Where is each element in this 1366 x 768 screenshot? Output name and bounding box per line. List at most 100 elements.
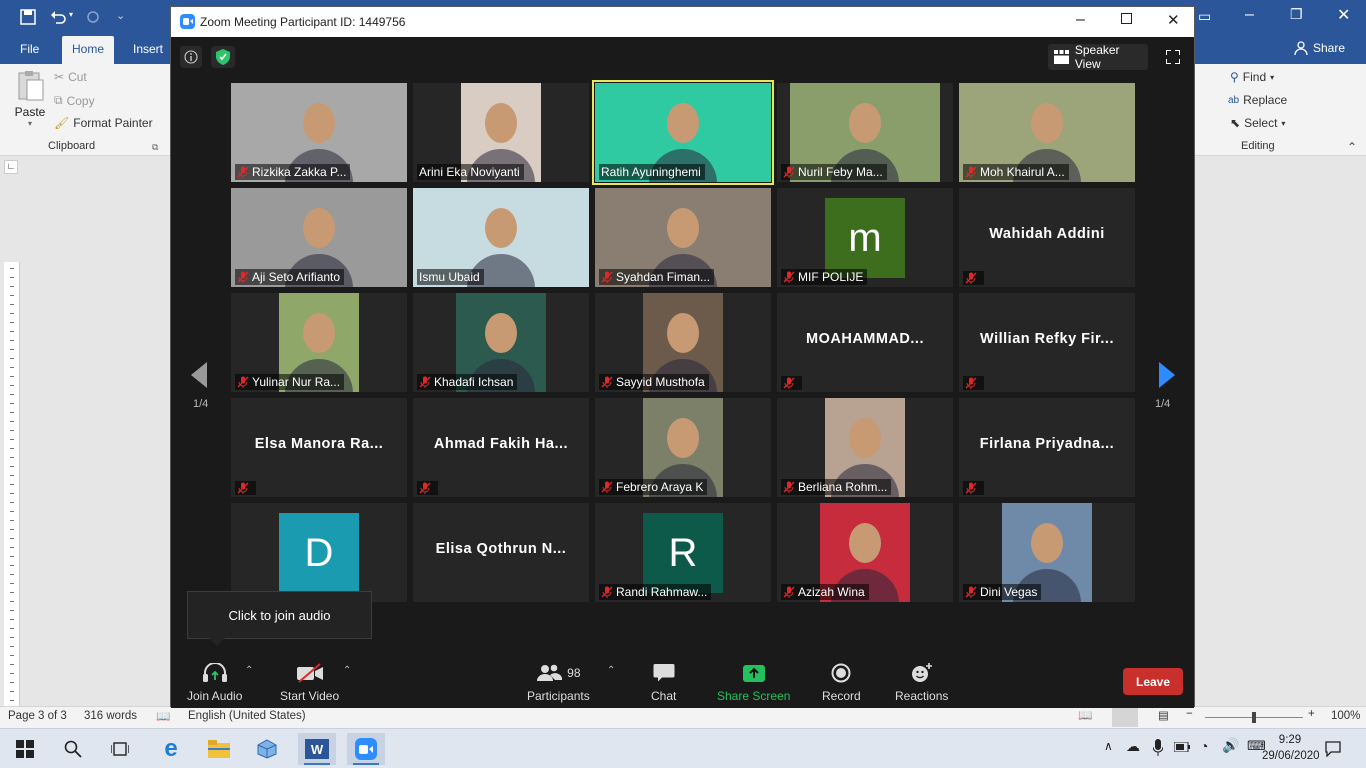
notifications-icon[interactable] (1325, 741, 1341, 757)
participant-tile[interactable]: Elsa Manora Ra... (231, 398, 407, 497)
ruler-tick (10, 520, 14, 521)
participant-tile[interactable]: Aji Seto Arifianto (231, 188, 407, 287)
clock[interactable]: 9:29 29/06/2020 (1262, 732, 1320, 764)
participant-tile[interactable]: Firlana Priyadna... (959, 398, 1135, 497)
proofing-icon[interactable]: 📖 (156, 709, 170, 723)
tab-stop-selector[interactable]: ∟ (4, 160, 18, 174)
participant-tile[interactable]: Ahmad Fakih Ha... (413, 398, 589, 497)
zoom-level[interactable]: 100% (1331, 710, 1360, 722)
participant-tile[interactable]: MOAHAMMAD... (777, 293, 953, 392)
page-count[interactable]: Page 3 of 3 (8, 710, 67, 722)
zoom-in-icon[interactable]: + (1308, 708, 1315, 720)
record-button[interactable]: Record (822, 663, 861, 703)
start-video-button[interactable]: Start Video (280, 663, 339, 703)
replace-button[interactable]: ab Replace (1228, 93, 1287, 107)
participant-tile[interactable]: Ismu Ubaid (413, 188, 589, 287)
leave-button[interactable]: Leave (1123, 668, 1183, 695)
encryption-button[interactable] (211, 46, 235, 68)
audio-options-caret-icon[interactable]: ⌃ (245, 665, 253, 676)
ribbon-display-icon[interactable]: ▭ (1198, 8, 1211, 25)
language-status[interactable]: English (United States) (188, 710, 306, 722)
share-button[interactable]: Share (1294, 41, 1345, 55)
participant-tile[interactable]: Khadafi Ichsan (413, 293, 589, 392)
tab-file[interactable]: File (20, 42, 39, 56)
ruler-tick (10, 556, 14, 557)
participant-tile[interactable]: Elisa Qothrun N... (413, 503, 589, 602)
tab-insert[interactable]: Insert (133, 42, 163, 56)
zoom-maximize-icon[interactable] (1121, 13, 1132, 24)
read-mode-icon[interactable]: 📖 (1078, 708, 1092, 722)
participant-tile[interactable]: Moh Khairul A... (959, 83, 1135, 182)
task-view-button[interactable] (101, 733, 139, 765)
search-button[interactable] (54, 733, 92, 765)
reactions-button[interactable]: Reactions (895, 663, 948, 703)
copy-button[interactable]: ⧉ Copy (54, 93, 95, 108)
collapse-ribbon-icon[interactable]: ⌃ (1347, 140, 1357, 154)
find-button[interactable]: ⚲ Find ▾ (1230, 70, 1274, 84)
microphone-icon[interactable] (1153, 739, 1163, 757)
minimize-icon[interactable]: – (1245, 6, 1254, 24)
participant-tile[interactable]: Azizah Wina (777, 503, 953, 602)
participant-tile[interactable]: Dini Vegas (959, 503, 1135, 602)
cut-button[interactable]: ✂ Cut (54, 70, 87, 84)
share-screen-button[interactable]: Share Screen (717, 663, 790, 703)
participant-tile[interactable]: Febrero Araya K (595, 398, 771, 497)
next-page-button[interactable] (1157, 360, 1177, 393)
previous-page-button[interactable] (189, 360, 209, 393)
tab-home[interactable]: Home (62, 36, 115, 64)
save-icon[interactable] (20, 9, 36, 25)
volume-icon[interactable]: 🔊 (1222, 737, 1239, 754)
participants-caret-icon[interactable]: ⌃ (607, 665, 615, 676)
zoom-out-icon[interactable]: − (1186, 708, 1193, 720)
format-painter-button[interactable]: 🖌 Format Painter (54, 116, 153, 130)
zoom-minimize-icon[interactable]: – (1076, 11, 1085, 29)
zoom-slider-thumb[interactable] (1252, 712, 1256, 723)
join-audio-button[interactable]: Join Audio (187, 663, 242, 703)
ruler-tick (10, 691, 14, 692)
paste-button[interactable]: Paste ▾ (14, 70, 46, 134)
file-explorer-button[interactable] (200, 733, 238, 765)
print-layout-icon[interactable] (1112, 707, 1138, 727)
participant-tile[interactable]: Willian Refky Fir... (959, 293, 1135, 392)
participant-tile[interactable]: D (231, 503, 407, 602)
battery-icon[interactable] (1174, 742, 1190, 752)
speaker-view-button[interactable]: Speaker View (1048, 43, 1148, 71)
select-button[interactable]: ⬉ Select ▾ (1230, 116, 1285, 130)
participant-tile[interactable]: Nuril Feby Ma... (777, 83, 953, 182)
chat-button[interactable]: Chat (651, 663, 676, 703)
meeting-info-button[interactable] (180, 46, 202, 68)
hidden-icons-chevron-icon[interactable]: ∧ (1104, 739, 1113, 753)
participant-tile[interactable]: Syahdan Fiman... (595, 188, 771, 287)
close-icon[interactable]: ✕ (1337, 5, 1350, 25)
participant-tile[interactable]: Rizkika Zakka P... (231, 83, 407, 182)
dialog-launcher-icon[interactable]: ⧉ (152, 142, 158, 153)
start-button[interactable] (6, 733, 44, 765)
wifi-icon[interactable]: ◔ (1200, 738, 1208, 754)
fullscreen-icon[interactable] (1166, 50, 1180, 64)
participant-tile[interactable]: Sayyid Musthofa (595, 293, 771, 392)
participant-tile[interactable]: Berliana Rohm... (777, 398, 953, 497)
zoom-close-icon[interactable]: ✕ (1167, 11, 1180, 29)
word-button[interactable]: W (298, 733, 336, 765)
web-layout-icon[interactable]: ▤ (1158, 708, 1169, 722)
word-count[interactable]: 316 words (84, 710, 137, 722)
participant-tile[interactable]: Wahidah Addini (959, 188, 1135, 287)
edge-button[interactable]: e (152, 733, 190, 765)
cloud-icon[interactable]: ☁ (1126, 738, 1140, 755)
restore-icon[interactable]: ❐ (1290, 6, 1303, 23)
undo-dropdown-icon[interactable]: ▾ (69, 10, 73, 19)
participant-tile[interactable]: Yulinar Nur Ra... (231, 293, 407, 392)
undo-icon[interactable] (50, 9, 66, 25)
redo-icon[interactable] (85, 9, 101, 25)
zoom-button[interactable] (347, 733, 385, 765)
participant-name: Ratih Ayuninghemi (601, 165, 701, 179)
participant-tile[interactable]: R Randi Rahmaw... (595, 503, 771, 602)
video-options-caret-icon[interactable]: ⌃ (343, 665, 351, 676)
participant-tile[interactable]: Ratih Ayuninghemi (592, 80, 774, 185)
participant-tile[interactable]: Arini Eka Noviyanti (413, 83, 589, 182)
customize-toolbar-icon[interactable]: ⌄ (116, 9, 125, 22)
app-3d-button[interactable] (248, 733, 286, 765)
participant-tile[interactable]: m MIF POLIJE (777, 188, 953, 287)
participants-button[interactable]: 98 Participants (527, 663, 590, 703)
participant-face (849, 103, 881, 143)
